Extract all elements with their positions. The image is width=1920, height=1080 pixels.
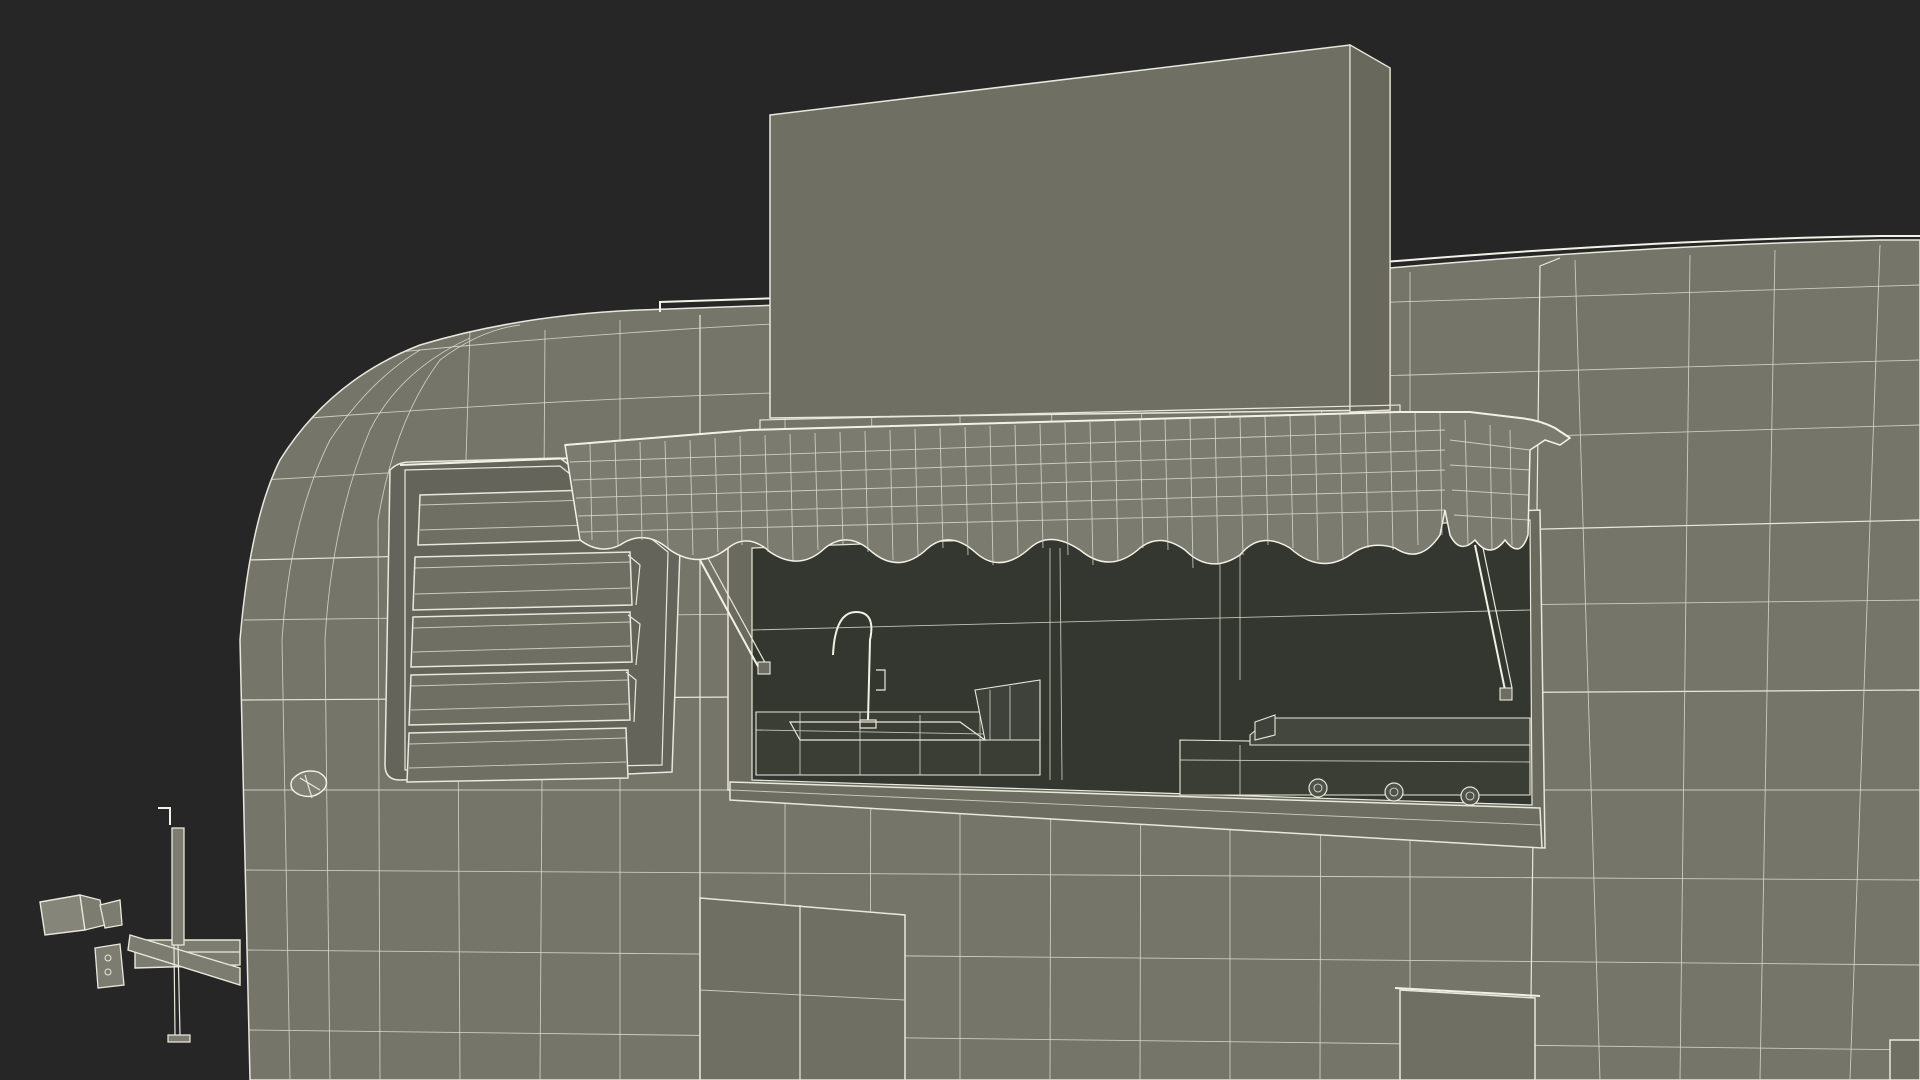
awning [564,411,1572,569]
3d-viewport[interactable] [0,0,1920,1080]
louver-slat [417,489,593,546]
jack-stand [158,807,191,1043]
stove-knob [1308,778,1328,798]
access-door [699,897,906,1080]
louver-slat [408,669,637,726]
service-window [699,509,1546,849]
sign-board [759,43,1401,431]
louver-slat [406,727,629,783]
wireframe-render [39,43,1920,1080]
louver-slat [410,611,641,668]
louver-slat [412,551,641,611]
hitch-tongue [39,894,241,989]
kitchen-interior [751,519,1533,806]
stove-knob [1384,782,1404,802]
stove-knob [1460,786,1480,806]
